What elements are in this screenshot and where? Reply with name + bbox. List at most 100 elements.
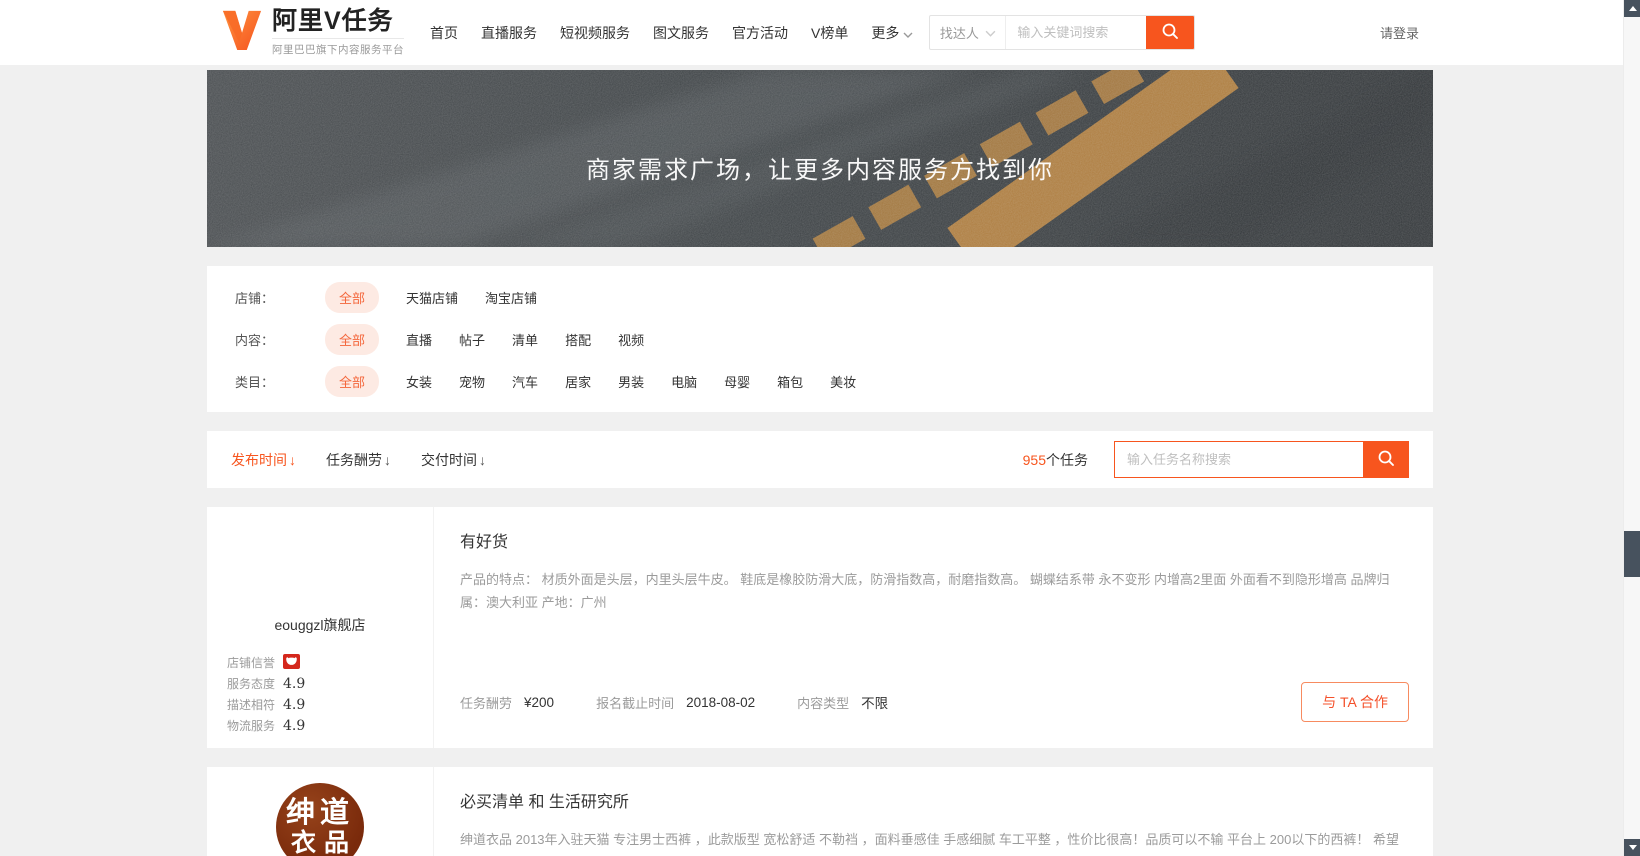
keyword-search-button[interactable] [1146,16,1194,49]
filter-row-shop: 店铺： 全部 天猫店铺 淘宝店铺 [235,276,1405,318]
task-count-number: 955 [1023,452,1046,468]
scrollbar-thumb[interactable] [1624,531,1640,577]
filter-option[interactable]: 汽车 [512,372,538,391]
meta-value-deadline: 2018-08-02 [686,695,755,710]
filter-option-taobao[interactable]: 淘宝店铺 [485,288,537,307]
task-card: eouggzl旗舰店 店铺信誉 服务态度 4.9 描述相符 4.9 物流服务 4… [207,507,1433,748]
hero-headline: 商家需求广场，让更多内容服务方找到你 [207,70,1433,185]
meta-label: 报名截止时间 [596,693,674,712]
main-nav: 首页 直播服务 短视频服务 图文服务 官方活动 V榜单 更多 [430,23,913,43]
filter-option[interactable]: 视频 [618,330,644,349]
store-name[interactable]: eouggzl旗舰店 [207,615,433,635]
logo-subtitle: 阿里巴巴旗下内容服务平台 [272,38,404,57]
nav-link-graphic[interactable]: 图文服务 [653,23,709,43]
chevron-down-icon [985,25,996,40]
filter-option[interactable]: 帖子 [459,330,485,349]
sort-delivery-time[interactable]: 交付时间↓ [421,450,486,470]
sort-toolbar: 发布时间↓ 任务酬劳↓ 交付时间↓ 955个任务 [207,431,1433,488]
keyword-search-input[interactable] [1006,16,1146,49]
scrollbar [1623,0,1640,856]
task-card: 绅道 衣品 必买清单 和 生活研究所 绅道衣品 2013年入驻天猫 专注男士西裤… [207,767,1433,856]
logo-title: 阿里V任务 [272,9,404,34]
stat-label: 描述相符 [227,696,275,713]
logo[interactable]: 阿里V任务 阿里巴巴旗下内容服务平台 [221,7,404,58]
stat-label: 服务态度 [227,675,275,692]
search-category-dropdown[interactable]: 找达人 [930,16,1006,49]
scroll-up-button[interactable] [1624,0,1640,17]
search-icon [1376,448,1396,471]
nav-link-home[interactable]: 首页 [430,23,458,43]
filter-option[interactable]: 清单 [512,330,538,349]
task-search [1114,441,1409,478]
task-count-suffix: 个任务 [1046,452,1088,468]
meta-value-reward: ¥200 [524,695,554,710]
filter-option[interactable]: 女装 [406,372,432,391]
meta-label: 任务酬劳 [460,693,512,712]
filter-option[interactable]: 电脑 [671,372,697,391]
filter-option-all[interactable]: 全部 [325,324,379,355]
search-icon [1160,21,1180,44]
arrow-down-icon: ↓ [289,452,296,468]
arrow-down-icon: ↓ [479,452,486,468]
filter-panel: 店铺： 全部 天猫店铺 淘宝店铺 内容： 全部 直播 帖子 清单 搭配 视频 类… [207,266,1433,412]
filter-option[interactable]: 箱包 [777,372,803,391]
stat-value: 4.9 [283,676,305,692]
filter-label: 店铺： [235,288,325,307]
meta-value-content-type: 不限 [861,692,888,712]
filter-option[interactable]: 搭配 [565,330,591,349]
avatar-text: 绅道 [286,798,354,828]
stat-label: 物流服务 [227,717,275,734]
task-description: 绅道衣品 2013年入驻天猫 专注男士西裤 ，此款版型 宽松舒适 不勒裆 ，面料… [460,828,1409,851]
store-avatar: 绅道 衣品 [276,783,364,856]
nav-more-label: 更多 [871,23,899,43]
nav-search: 找达人 [929,15,1195,50]
task-title[interactable]: 必买清单 和 生活研究所 [460,788,1409,812]
nav-link-live[interactable]: 直播服务 [481,23,537,43]
store-reputation-row: 店铺信誉 [227,652,433,673]
store-panel: 绅道 衣品 [207,767,433,856]
sort-reward[interactable]: 任务酬劳↓ [326,450,391,470]
task-title[interactable]: 有好货 [460,528,1409,552]
filter-label: 类目： [235,372,325,391]
avatar-text: 衣品 [283,830,357,856]
filter-option-tmall[interactable]: 天猫店铺 [406,288,458,307]
arrow-up-icon [1629,6,1637,11]
chevron-down-icon [903,25,913,41]
scroll-down-button[interactable] [1624,839,1640,856]
sort-label: 发布时间 [231,452,287,468]
stat-row: 物流服务 4.9 [227,715,433,736]
nav-more-menu[interactable]: 更多 [871,23,913,43]
search-category-label: 找达人 [940,23,979,42]
logo-v-icon [221,7,263,58]
filter-option[interactable]: 居家 [565,372,591,391]
nav-link-official[interactable]: 官方活动 [732,23,788,43]
stat-row: 服务态度 4.9 [227,673,433,694]
login-link[interactable]: 请登录 [1380,23,1419,42]
task-footer: 任务酬劳 ¥200 报名截止时间 2018-08-02 内容类型 不限 与 TA… [460,682,1409,722]
sort-publish-time[interactable]: 发布时间↓ [231,450,296,470]
filter-option[interactable]: 直播 [406,330,432,349]
sort-label: 任务酬劳 [326,452,382,468]
filter-row-content: 内容： 全部 直播 帖子 清单 搭配 视频 [235,318,1405,360]
arrow-down-icon [1629,845,1637,850]
top-navbar: 阿里V任务 阿里巴巴旗下内容服务平台 首页 直播服务 短视频服务 图文服务 官方… [0,0,1640,65]
hero-banner: 商家需求广场，让更多内容服务方找到你 [207,70,1433,247]
filter-option[interactable]: 母婴 [724,372,750,391]
arrow-down-icon: ↓ [384,452,391,468]
task-description: 产品的特点： 材质外面是头层，内里头层牛皮。 鞋底是橡胶防滑大底，防滑指数高，耐… [460,568,1409,614]
stat-value: 4.9 [283,718,305,734]
filter-option[interactable]: 男装 [618,372,644,391]
stat-value: 4.9 [283,697,305,713]
filter-option[interactable]: 宠物 [459,372,485,391]
tmall-badge-icon [283,654,300,672]
filter-option[interactable]: 美妆 [830,372,856,391]
nav-link-ranking[interactable]: V榜单 [811,23,848,43]
sort-label: 交付时间 [421,452,477,468]
nav-link-shortvideo[interactable]: 短视频服务 [560,23,630,43]
filter-option-all[interactable]: 全部 [325,282,379,313]
filter-option-all[interactable]: 全部 [325,366,379,397]
cooperate-button[interactable]: 与 TA 合作 [1301,682,1409,722]
stat-label: 店铺信誉 [227,654,275,671]
task-search-input[interactable] [1115,442,1363,477]
task-search-button[interactable] [1363,442,1408,477]
